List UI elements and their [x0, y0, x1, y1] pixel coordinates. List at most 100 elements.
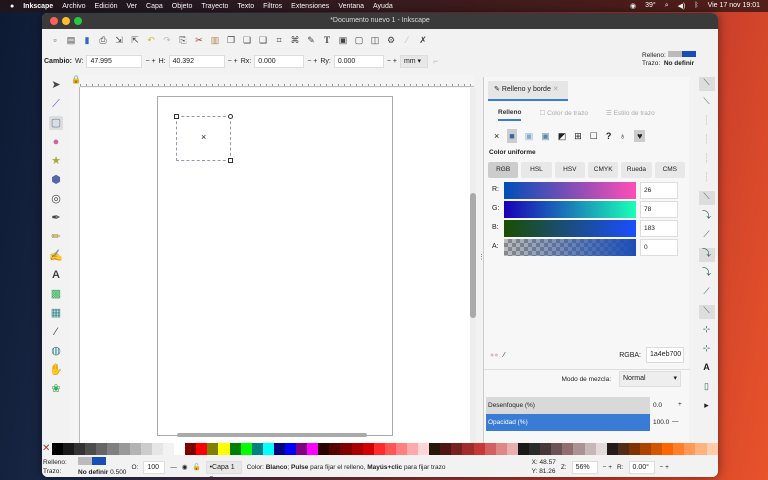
fill-swatch[interactable]	[681, 51, 696, 57]
height-input[interactable]: 40.392	[168, 54, 225, 68]
rgba-input[interactable]: 1a4eb700	[646, 347, 684, 363]
style-indicator[interactable]: No definir 0.500	[78, 457, 126, 477]
palette-swatch[interactable]	[429, 443, 441, 455]
palette-swatch[interactable]	[706, 443, 718, 455]
palette-swatch[interactable]	[162, 443, 175, 455]
vertical-ruler[interactable]	[70, 87, 80, 443]
palette-swatch[interactable]	[662, 443, 674, 455]
no-color-swatch[interactable]: ✕	[42, 443, 52, 455]
menu-ventana[interactable]: Ventana	[338, 3, 364, 10]
palette-swatch[interactable]	[140, 443, 152, 455]
tab-hsv[interactable]: HSV	[554, 162, 585, 178]
spray-tool-icon[interactable]: ❀	[49, 382, 63, 396]
lock-guides-icon[interactable]: 🔒	[71, 75, 81, 84]
close-button[interactable]	[50, 17, 58, 25]
calligraphy-tool-icon[interactable]: ✍	[49, 249, 63, 263]
status-opacity-input[interactable]: 100	[143, 460, 166, 474]
resize-handle[interactable]	[174, 114, 179, 119]
a-input[interactable]: 0	[640, 239, 678, 256]
snap-nodes-icon[interactable]: ⟍	[698, 191, 715, 205]
flat-color-icon[interactable]: ■	[507, 129, 517, 143]
palette-swatch[interactable]	[185, 443, 197, 455]
tab-stroke-style[interactable]: ☰ Estilo de trazo	[606, 109, 655, 121]
swatch-icon[interactable]: ☐	[590, 131, 598, 142]
pencil-tool-icon[interactable]: ✏	[49, 230, 63, 244]
layer-lock-icon[interactable]: 🔓	[192, 463, 200, 471]
menu-trayecto[interactable]: Trayecto	[201, 3, 228, 10]
menu-capa[interactable]: Capa	[146, 3, 163, 10]
palette-swatch[interactable]	[651, 443, 663, 455]
duplicate-icon[interactable]: ❐	[226, 35, 236, 45]
palette-swatch[interactable]	[273, 443, 285, 455]
minimize-button[interactable]	[62, 17, 70, 25]
unset-paint-icon[interactable]: ?	[606, 131, 612, 141]
palette-swatch[interactable]	[229, 443, 241, 455]
palette-swatch[interactable]	[118, 443, 130, 455]
search-icon[interactable]: ⌕	[665, 2, 669, 10]
width-input[interactable]: 47.995	[86, 54, 143, 68]
align-icon[interactable]: ◫	[370, 35, 380, 45]
ellipse-tool-icon[interactable]: ●	[49, 135, 63, 149]
picker-icon[interactable]: ⁄	[503, 352, 504, 359]
panel-resize-handle[interactable]: ⋮	[478, 253, 485, 261]
opacity-row[interactable]: Opacidad (%) 100.0 —	[486, 414, 690, 431]
palette-swatch[interactable]	[484, 443, 496, 455]
cut-icon[interactable]: ✂	[194, 35, 204, 45]
text-icon[interactable]: T	[322, 35, 332, 45]
selected-rectangle[interactable]: ×	[174, 114, 233, 163]
linear-gradient-icon[interactable]: ▣	[525, 131, 534, 142]
menu-filtros[interactable]: Filtros	[263, 3, 282, 10]
gradient-tool-icon[interactable]: ▩	[49, 287, 63, 301]
tab-wheel[interactable]: Rueda	[621, 162, 652, 178]
palette-swatch[interactable]	[529, 443, 541, 455]
palette-swatch[interactable]	[407, 443, 419, 455]
zoom-stepper[interactable]: − +	[603, 464, 612, 471]
r-slider[interactable]	[504, 182, 636, 199]
palette-swatch[interactable]	[628, 443, 640, 455]
palette-swatch[interactable]	[384, 443, 396, 455]
menu-edicion[interactable]: Edición	[95, 3, 118, 10]
zoom-button[interactable]	[74, 17, 82, 25]
palette-swatch[interactable]	[307, 443, 319, 455]
paste-icon[interactable]: ▥	[210, 35, 220, 45]
undo-icon[interactable]: ↶	[146, 35, 156, 45]
snap-enable-icon[interactable]: ⟍	[698, 77, 715, 91]
b-input[interactable]: 183	[640, 220, 678, 237]
palette-swatch[interactable]	[74, 443, 86, 455]
snap-midpoint-icon[interactable]: ⟋	[699, 286, 715, 300]
save-icon[interactable]: ▮	[82, 35, 92, 45]
palette-swatch[interactable]	[240, 443, 252, 455]
blur-stepper[interactable]: +	[678, 401, 682, 408]
g-input[interactable]: 78	[640, 201, 678, 218]
palette-swatch[interactable]	[617, 443, 629, 455]
clone-icon[interactable]: ❏	[242, 35, 252, 45]
fill-rule-nonzero-icon[interactable]: ♥	[634, 130, 646, 142]
apple-icon[interactable]: ●	[10, 3, 14, 10]
mesh-gradient-icon[interactable]: ◩	[558, 131, 567, 142]
layer-select[interactable]: •Capa 1 ▾	[205, 460, 242, 477]
layers-icon[interactable]: ▣	[338, 35, 348, 45]
b-slider[interactable]	[504, 220, 636, 237]
layer-visibility-icon[interactable]: ◉	[182, 463, 188, 471]
snap-bbox-icon[interactable]: ⟍	[699, 96, 715, 110]
palette-swatch[interactable]	[262, 443, 274, 455]
selector-tool-icon[interactable]: ➤	[49, 78, 63, 92]
more-icon[interactable]: ▸	[699, 400, 715, 414]
resize-handle[interactable]	[228, 158, 233, 163]
vertical-scrollbar[interactable]	[470, 88, 476, 443]
snap-bbox-corner-icon[interactable]: ┆	[699, 134, 715, 148]
clock[interactable]: Vie 17 nov 19:01	[708, 2, 760, 10]
palette-swatch[interactable]	[473, 443, 485, 455]
palette-swatch[interactable]	[418, 443, 430, 455]
dropper-tool-icon[interactable]: ⁄	[49, 325, 63, 339]
palette-swatch[interactable]	[151, 443, 163, 455]
menu-texto[interactable]: Texto	[237, 3, 254, 10]
palette-swatch[interactable]	[373, 443, 385, 455]
palette-swatch[interactable]	[551, 443, 563, 455]
palette-swatch[interactable]	[606, 443, 618, 455]
corner-radius-handle[interactable]	[228, 114, 233, 119]
unit-select[interactable]: mm ▾	[399, 54, 428, 68]
menu-ayuda[interactable]: Ayuda	[373, 3, 393, 10]
blend-select[interactable]: Normal ▾	[619, 371, 681, 387]
palette-swatch[interactable]	[63, 443, 75, 455]
